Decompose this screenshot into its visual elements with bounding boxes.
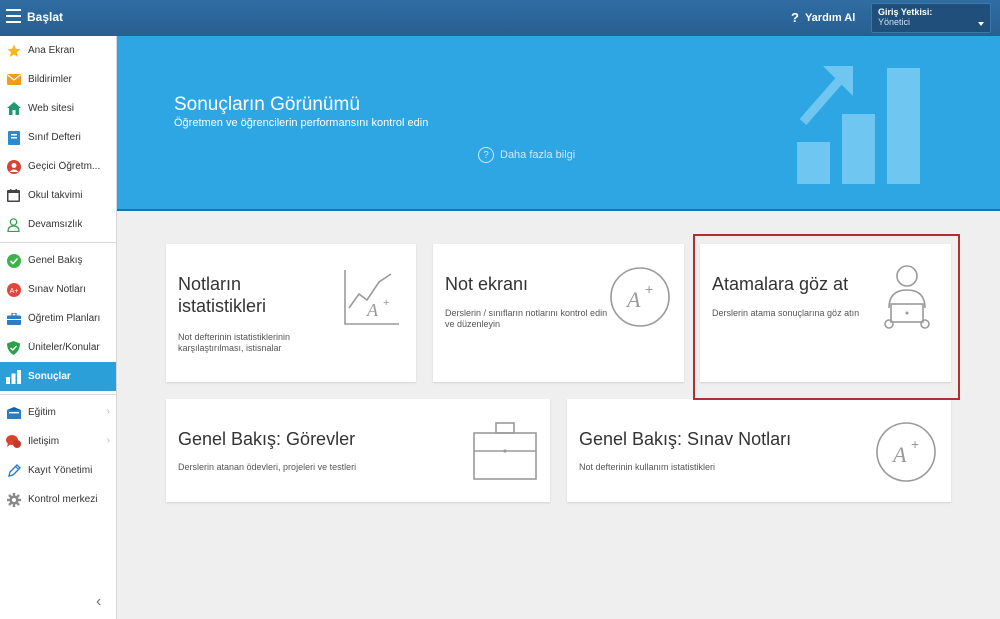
card-title: Genel Bakış: Görevler <box>178 429 356 449</box>
hero-banner: Sonuçların Görünümü Öğretmen ve öğrencil… <box>117 36 1000 211</box>
role-value: Yönetici <box>878 17 911 27</box>
pen-icon <box>6 463 21 478</box>
grade-circle-icon: A + <box>876 422 936 482</box>
help-label: Yardım Al <box>804 11 856 24</box>
person-icon <box>6 159 21 174</box>
top-bar: Başlat ? Yardım Al Giriş Yetkisi: Yöneti… <box>0 0 1000 36</box>
envelope-icon <box>6 73 21 87</box>
svg-text:+: + <box>911 436 919 452</box>
sidebar-item-label: Sınav Notları <box>28 284 86 295</box>
svg-text:A: A <box>625 287 641 312</box>
sidebar-item-label: Kontrol merkezi <box>28 494 98 505</box>
calendar-icon <box>6 189 21 203</box>
app-title[interactable]: Başlat <box>27 10 63 24</box>
svg-text:A: A <box>366 300 379 320</box>
check-circle-icon <box>6 253 21 268</box>
user-outline-icon <box>6 217 21 232</box>
grade-icon: A+ <box>6 282 21 297</box>
svg-text:A: A <box>891 442 907 467</box>
sidebar-item-label: Okul takvimi <box>28 190 83 201</box>
sidebar-item-sinif-defteri[interactable]: Sınıf Defteri <box>0 123 116 152</box>
sidebar-item-label: Sınıf Defteri <box>28 132 81 143</box>
card-overview-exam-grades[interactable]: Genel Bakış: Sınav Notları Not defterini… <box>567 399 951 502</box>
briefcase-icon <box>6 312 21 326</box>
question-circle-icon: ? <box>478 147 494 163</box>
chevron-right-icon: › <box>106 406 110 417</box>
grade-chart-icon: A + <box>344 270 399 325</box>
card-overview-tasks[interactable]: Genel Bakış: Görevler Derslerin atanan ö… <box>166 399 550 502</box>
svg-text:A+: A+ <box>9 288 18 295</box>
sidebar-item-web-sitesi[interactable]: Web sitesi <box>0 94 116 123</box>
sidebar-item-gecici-ogretmen[interactable]: Geçici Öğretm... <box>0 152 116 181</box>
sidebar-item-egitim[interactable]: Eğitim › <box>0 398 116 427</box>
book-icon <box>6 130 21 145</box>
card-description: Not defterinin istatistiklerinin karşıla… <box>178 332 291 353</box>
more-info-label: Daha fazla bilgi <box>500 149 576 161</box>
sidebar-item-sinav-notlari[interactable]: A+ Sınav Notları <box>0 275 116 304</box>
collapse-sidebar-icon[interactable]: ‹ <box>96 593 101 611</box>
sidebar-item-label: Öğretim Planları <box>28 313 101 324</box>
card-description: Derslerin atanan ödevleri, projeleri ve … <box>178 462 357 472</box>
sidebar-item-label: Genel Bakış <box>28 255 83 266</box>
sidebar-item-uniteler-konular[interactable]: Üniteler/Konular <box>0 333 116 362</box>
sidebar-item-label: Geçici Öğretm... <box>28 161 101 172</box>
question-icon: ? <box>791 10 799 25</box>
star-icon <box>6 44 21 58</box>
house-icon <box>6 102 21 116</box>
more-info-link[interactable]: ? Daha fazla bilgi <box>478 147 575 163</box>
sidebar-item-ogretim-planlari[interactable]: Öğretim Planları <box>0 304 116 333</box>
chat-icon <box>6 434 21 449</box>
sidebar-divider <box>0 394 116 395</box>
sidebar-item-kontrol-merkezi[interactable]: Kontrol merkezi <box>0 485 116 514</box>
chevron-down-icon <box>978 22 984 26</box>
sidebar-item-ana-ekran[interactable]: Ana Ekran <box>0 36 116 65</box>
sidebar-item-sonuclar[interactable]: Sonuçlar <box>0 362 116 391</box>
help-button[interactable]: ? Yardım Al <box>791 10 855 25</box>
shield-icon <box>6 340 21 355</box>
sidebar-item-bildirimler[interactable]: Bildirimler <box>0 65 116 94</box>
sidebar-item-genel-bakis[interactable]: Genel Bakış <box>0 246 116 275</box>
sidebar-item-okul-takvimi[interactable]: Okul takvimi <box>0 181 116 210</box>
hamburger-menu-icon[interactable] <box>6 9 21 23</box>
sidebar-item-label: Kayıt Yönetimi <box>28 465 93 476</box>
sidebar-item-label: Üniteler/Konular <box>28 342 100 353</box>
svg-text:+: + <box>383 297 389 309</box>
sidebar-item-label: Bildirimler <box>28 74 72 85</box>
chevron-right-icon: › <box>106 435 110 446</box>
gear-icon <box>6 492 21 507</box>
card-title: Not ekranı <box>445 274 529 294</box>
sidebar-item-iletisim[interactable]: İletişim › <box>0 427 116 456</box>
bar-chart-icon <box>6 369 21 384</box>
role-select[interactable]: Giriş Yetkisi: Yönetici <box>871 3 991 33</box>
svg-text:+: + <box>645 281 653 297</box>
grade-circle-icon: A + <box>610 267 670 327</box>
sidebar-divider <box>0 242 116 243</box>
card-description: Not defterinin kullanım istatistikleri <box>579 462 716 472</box>
card-grade-statistics[interactable]: Notların istatistikleri Not defterinin i… <box>166 244 416 382</box>
sidebar-item-kayit-yonetimi[interactable]: Kayıt Yönetimi <box>0 456 116 485</box>
student-laptop-icon <box>884 265 930 329</box>
briefcase-icon <box>473 422 537 480</box>
sidebar-item-label: Ana Ekran <box>28 45 75 56</box>
sidebar-item-label: Devamsızlık <box>28 219 83 230</box>
role-label: Giriş Yetkisi: <box>878 7 933 17</box>
card-title: Genel Bakış: Sınav Notları <box>579 429 792 449</box>
card-description: Derslerin / sınıfların notlarını kontrol… <box>445 308 608 329</box>
education-icon <box>6 406 21 420</box>
card-description: Derslerin atama sonuçlarına göz atın <box>712 308 860 318</box>
sidebar-item-label: Sonuçlar <box>28 371 71 382</box>
card-browse-assignments[interactable]: Atamalara göz at Derslerin atama sonuçla… <box>700 244 951 382</box>
growth-chart-icon <box>797 66 920 184</box>
card-title: Atamalara göz at <box>712 274 849 294</box>
sidebar-item-label: İletişim <box>28 436 60 447</box>
sidebar-item-label: Web sitesi <box>28 103 74 114</box>
sidebar: Ana Ekran Bildirimler Web sitesi Sınıf D… <box>0 36 117 619</box>
card-title: Notların istatistikleri <box>178 274 267 316</box>
card-grade-screen[interactable]: Not ekranı Derslerin / sınıfların notlar… <box>433 244 684 382</box>
sidebar-item-devamsizlik[interactable]: Devamsızlık <box>0 210 116 239</box>
sidebar-item-label: Eğitim <box>28 407 56 418</box>
page-subtitle: Öğretmen ve öğrencilerin performansını k… <box>174 117 429 129</box>
page-title: Sonuçların Görünümü <box>174 94 360 115</box>
